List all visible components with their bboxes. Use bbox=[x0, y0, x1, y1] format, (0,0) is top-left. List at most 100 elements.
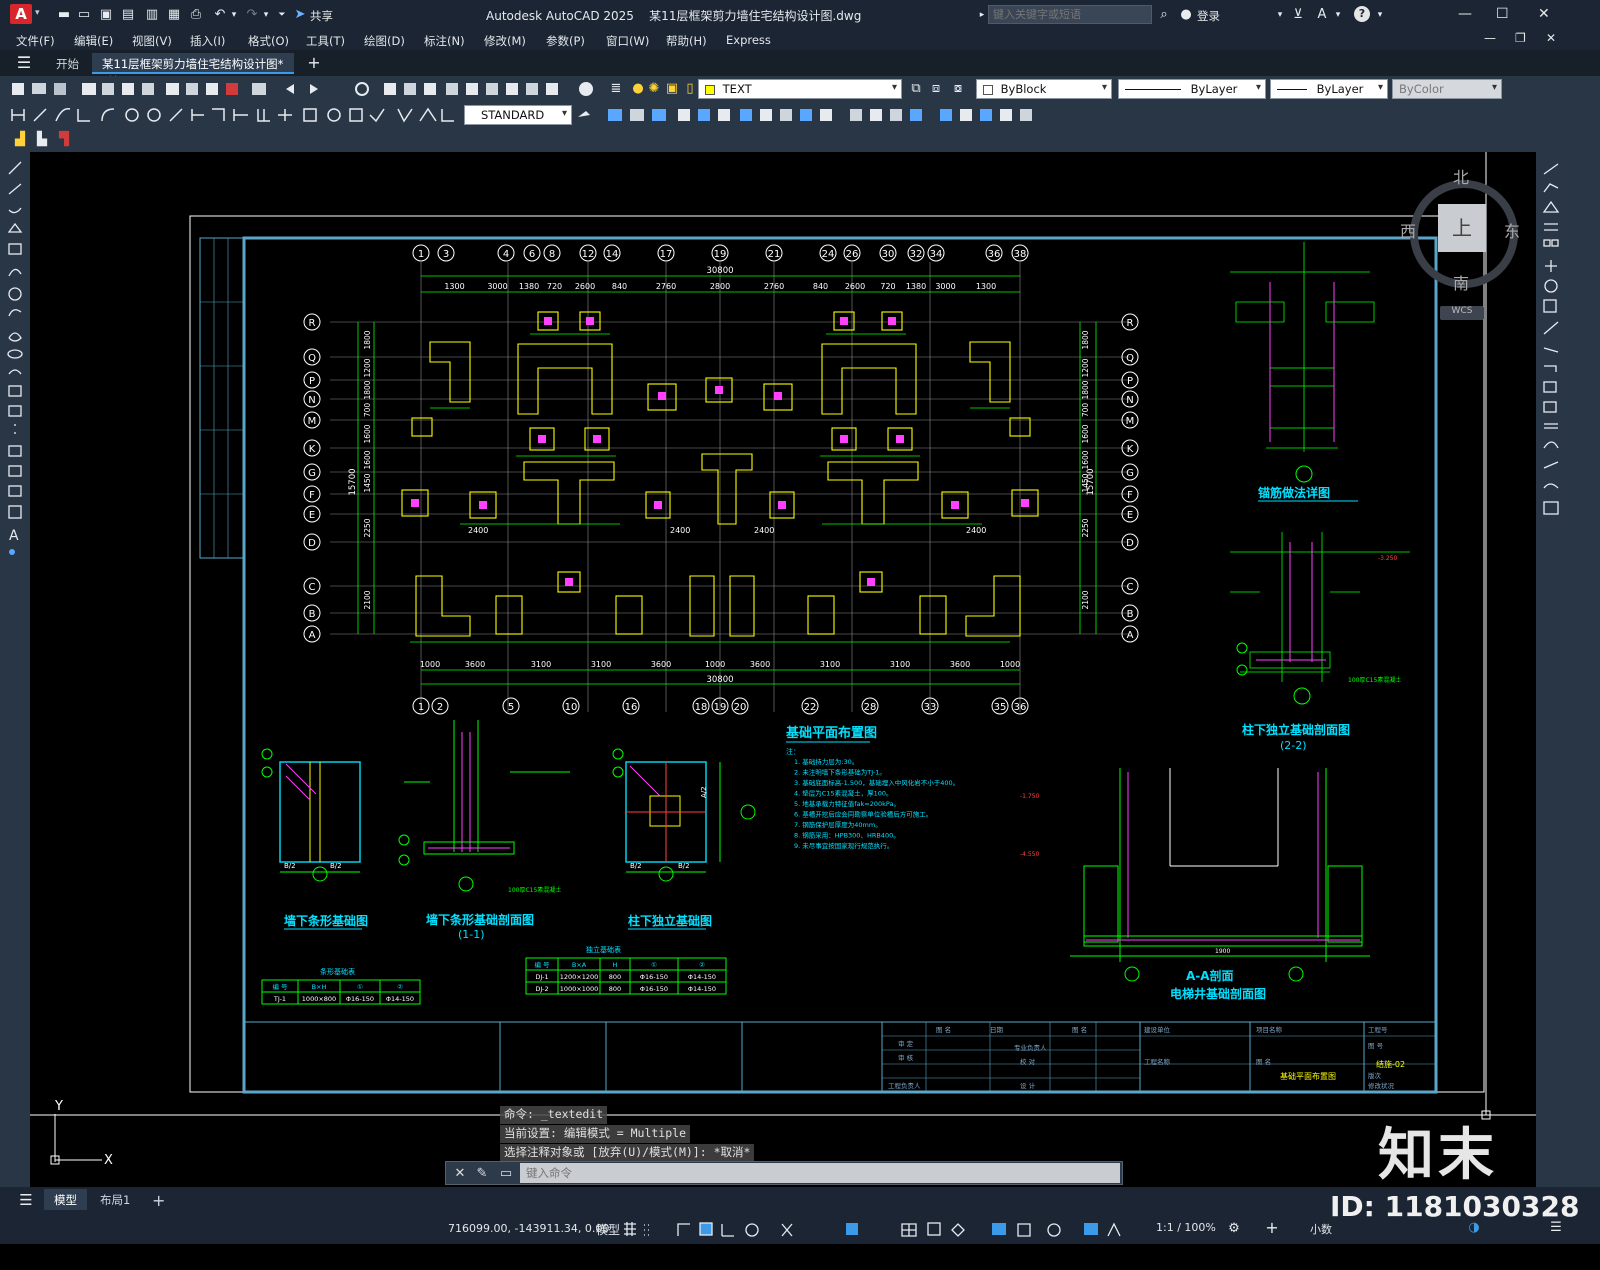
save-as-icon[interactable]: ▤ bbox=[120, 7, 136, 23]
lineweight-dropdown[interactable]: ByLayer ▾ bbox=[1270, 79, 1388, 99]
lightbulb-icon[interactable]: ● bbox=[630, 81, 646, 97]
menu-modify[interactable]: 修改(M) bbox=[484, 33, 526, 49]
viewcube-top-face[interactable]: 上 bbox=[1438, 204, 1486, 252]
drawing-canvas[interactable]: 1 3 4 6 8 12 14 17 19 21 24 26 30 32 34 36 38 1 2 5 10 16 18 1… bbox=[30, 152, 1536, 1187]
annotation-scale[interactable]: 1:1 / 100% bbox=[1156, 1221, 1216, 1234]
login-dropdown-icon[interactable]: ▾ bbox=[1272, 7, 1288, 23]
command-input[interactable] bbox=[520, 1163, 1120, 1183]
viewcube-east[interactable]: 东 bbox=[1504, 218, 1520, 242]
plot-icon[interactable]: ⎙ bbox=[188, 7, 204, 23]
make-current-icon[interactable]: ⧉ bbox=[908, 81, 924, 97]
strip-table-cell: TJ-1 bbox=[273, 995, 286, 1003]
model-space-button[interactable]: 模型 bbox=[596, 1221, 620, 1238]
dimension-toolbar-icons[interactable] bbox=[6, 104, 462, 126]
tab-model[interactable]: 模型 bbox=[44, 1189, 87, 1210]
modify-toolbar-icons[interactable] bbox=[574, 104, 1044, 126]
help-icon[interactable]: ? bbox=[1354, 6, 1370, 22]
menu-help[interactable]: 帮助(H) bbox=[666, 33, 707, 49]
wcs-menu[interactable]: WCS bbox=[1440, 306, 1484, 320]
doc-minimize-icon[interactable]: — bbox=[1484, 31, 1496, 45]
viewcube-north[interactable]: 北 bbox=[1453, 164, 1469, 188]
cart-icon[interactable]: ⊻ bbox=[1290, 7, 1306, 23]
standard-toolbar-icons[interactable] bbox=[6, 78, 606, 100]
gear-icon[interactable]: ⚙ bbox=[1226, 1221, 1242, 1237]
save-web-icon[interactable]: ▦ bbox=[166, 7, 182, 23]
viewcube-west[interactable]: 西 bbox=[1400, 218, 1416, 242]
redo-dropdown-icon[interactable]: ▾ bbox=[258, 7, 274, 23]
drawing-sheet[interactable]: 1 3 4 6 8 12 14 17 19 21 24 26 30 32 34 36 38 1 2 5 10 16 18 1… bbox=[30, 152, 1536, 1187]
tab-layout1[interactable]: 布局1 bbox=[90, 1189, 140, 1210]
menu-window[interactable]: 窗口(W) bbox=[606, 33, 649, 49]
lock-icon[interactable]: ▯ bbox=[682, 81, 698, 97]
autodesk-app-icon[interactable]: A bbox=[1314, 7, 1330, 23]
sun-icon[interactable]: ✺ bbox=[646, 81, 662, 97]
open-file-icon[interactable]: ▭ bbox=[76, 7, 92, 23]
open-web-icon[interactable]: ▥ bbox=[144, 7, 160, 23]
command-line-3: 选择注释对象或 [放弃(U)/模式(M)]: *取消* bbox=[500, 1144, 755, 1162]
menu-edit[interactable]: 编辑(E) bbox=[74, 33, 113, 49]
svg-text:F: F bbox=[1127, 490, 1133, 501]
units-label[interactable]: 小数 bbox=[1310, 1221, 1332, 1237]
svg-text:17: 17 bbox=[660, 249, 673, 260]
search-input[interactable] bbox=[988, 5, 1152, 24]
menu-dimension[interactable]: 标注(N) bbox=[424, 33, 465, 49]
hamburger-menu-icon[interactable]: ☰ bbox=[16, 55, 32, 71]
minimize-icon[interactable]: — bbox=[1458, 6, 1472, 22]
menu-file[interactable]: 文件(F) bbox=[16, 33, 55, 49]
search-icon[interactable]: ⌕ bbox=[1156, 7, 1172, 23]
layer-properties-icon[interactable]: ≣ bbox=[608, 81, 624, 97]
layer-states-icon[interactable]: ⧇ bbox=[950, 81, 966, 97]
login-button[interactable]: 登录 bbox=[1197, 8, 1220, 24]
menu-express[interactable]: Express bbox=[726, 33, 771, 47]
maximize-icon[interactable]: ☐ bbox=[1496, 6, 1509, 22]
share-icon[interactable]: ➤ bbox=[292, 7, 308, 23]
menu-format[interactable]: 格式(O) bbox=[248, 33, 289, 49]
svg-text:38: 38 bbox=[1014, 249, 1027, 260]
app-menu-chevron-icon[interactable]: ▾ bbox=[35, 8, 40, 18]
menu-draw[interactable]: 绘图(D) bbox=[364, 33, 405, 49]
share-button[interactable]: 共享 bbox=[310, 8, 333, 24]
close-cmd-icon[interactable]: ✕ bbox=[452, 1166, 468, 1182]
customize-cmd-icon[interactable]: ✎ bbox=[474, 1166, 490, 1182]
menu-insert[interactable]: 插入(I) bbox=[190, 33, 225, 49]
dimstyle-dropdown[interactable]: STANDARD ▾ bbox=[464, 105, 572, 125]
menu-view[interactable]: 视图(V) bbox=[132, 33, 172, 49]
draw-toolbar-icons[interactable]: A bbox=[0, 152, 30, 572]
color-dropdown[interactable]: ByBlock ▾ bbox=[976, 79, 1112, 99]
autodesk-app-dropdown-icon[interactable]: ▾ bbox=[1330, 7, 1346, 23]
customize-qat-icon[interactable]: ⏷ bbox=[274, 7, 290, 23]
layer-dropdown[interactable]: TEXT ▾ bbox=[698, 79, 902, 99]
attribute-icon[interactable]: ▜ bbox=[56, 132, 72, 148]
dim-right-5: 1600 bbox=[1081, 450, 1090, 469]
menu-tools[interactable]: 工具(T) bbox=[306, 33, 345, 49]
modify-toolbar-icons-right[interactable] bbox=[1536, 152, 1566, 522]
undo-dropdown-icon[interactable]: ▾ bbox=[226, 7, 242, 23]
plotstyle-dropdown[interactable]: ByColor ▾ bbox=[1392, 79, 1502, 99]
menu-parametric[interactable]: 参数(P) bbox=[546, 33, 585, 49]
new-file-icon[interactable]: ▬ bbox=[56, 7, 72, 23]
status-toggle-icons[interactable] bbox=[622, 1220, 1142, 1240]
dim-top-1: 3000 bbox=[487, 282, 507, 291]
user-icon[interactable]: ● bbox=[1178, 7, 1194, 23]
new-tab-icon[interactable]: + bbox=[306, 55, 322, 71]
freeze-icon[interactable]: ▣ bbox=[664, 81, 680, 97]
add-layout-button[interactable]: + bbox=[142, 1188, 175, 1210]
tab-document[interactable]: 某11层框架剪力墙住宅结构设计图* ✕ bbox=[92, 53, 294, 86]
insert-block-icon[interactable]: ▙ bbox=[34, 132, 50, 148]
block-editor-icon[interactable]: ▟ bbox=[12, 132, 28, 148]
app-menu-button[interactable]: A bbox=[10, 4, 32, 24]
help-dropdown-icon[interactable]: ▾ bbox=[1372, 7, 1388, 23]
save-icon[interactable]: ▣ bbox=[98, 7, 114, 23]
linetype-dropdown[interactable]: ByLayer ▾ bbox=[1118, 79, 1266, 99]
tab-start[interactable]: 开始 bbox=[46, 53, 89, 74]
layer-previous-icon[interactable]: ⧈ bbox=[928, 81, 944, 97]
layout-menu-icon[interactable]: ☰ bbox=[18, 1192, 34, 1208]
plus-icon[interactable]: + bbox=[1264, 1220, 1280, 1236]
viewcube[interactable]: 上 北 南 西 东 WCS bbox=[1400, 168, 1530, 330]
viewcube-south[interactable]: 南 bbox=[1453, 270, 1469, 294]
doc-restore-icon[interactable]: ❐ bbox=[1515, 31, 1526, 45]
recent-cmd-icon[interactable]: ▭ bbox=[498, 1166, 514, 1182]
close-icon[interactable]: ✕ bbox=[1538, 6, 1550, 22]
doc-close-icon[interactable]: ✕ bbox=[1546, 31, 1556, 45]
strip-table-cell: Φ16-150 bbox=[346, 995, 374, 1003]
